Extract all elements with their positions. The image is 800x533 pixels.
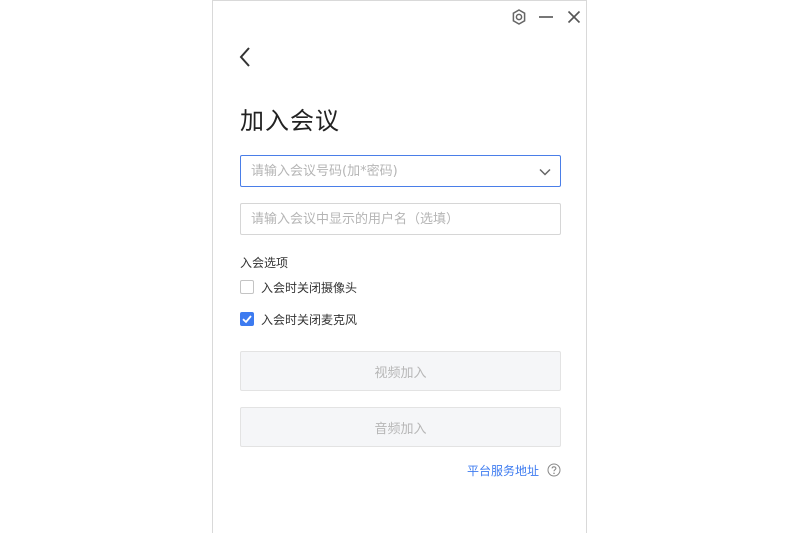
meeting-id-combobox[interactable] bbox=[240, 155, 561, 187]
camera-off-label: 入会时关闭摄像头 bbox=[261, 280, 358, 295]
option-camera-off[interactable]: 入会时关闭摄像头 bbox=[240, 278, 357, 296]
checkmark-icon bbox=[242, 315, 252, 324]
back-button[interactable] bbox=[235, 43, 257, 71]
camera-off-checkbox[interactable] bbox=[240, 280, 254, 294]
video-join-button[interactable]: 视频加入 bbox=[240, 351, 561, 391]
chevron-down-icon[interactable] bbox=[538, 164, 552, 178]
minimize-icon[interactable] bbox=[536, 7, 556, 27]
option-mic-off[interactable]: 入会时关闭麦克风 bbox=[240, 310, 357, 328]
join-meeting-window: 加入会议 入会选项 入会时关闭摄像头 入会时关闭麦克风 视频加入 音频加入 平台… bbox=[212, 0, 587, 533]
mic-off-checkbox[interactable] bbox=[240, 312, 254, 326]
question-circle-icon[interactable] bbox=[547, 462, 561, 477]
server-address-link[interactable]: 平台服务地址 bbox=[467, 462, 539, 479]
close-icon[interactable] bbox=[564, 7, 584, 27]
join-options-label: 入会选项 bbox=[240, 256, 289, 270]
chevron-left-icon bbox=[239, 47, 250, 67]
audio-join-button[interactable]: 音频加入 bbox=[240, 407, 561, 447]
meeting-id-input[interactable] bbox=[241, 156, 521, 186]
gear-icon[interactable] bbox=[509, 7, 529, 27]
display-name-field[interactable] bbox=[240, 203, 561, 235]
display-name-input[interactable] bbox=[241, 204, 521, 234]
page-title: 加入会议 bbox=[240, 107, 340, 135]
mic-off-label: 入会时关闭麦克风 bbox=[261, 312, 358, 327]
